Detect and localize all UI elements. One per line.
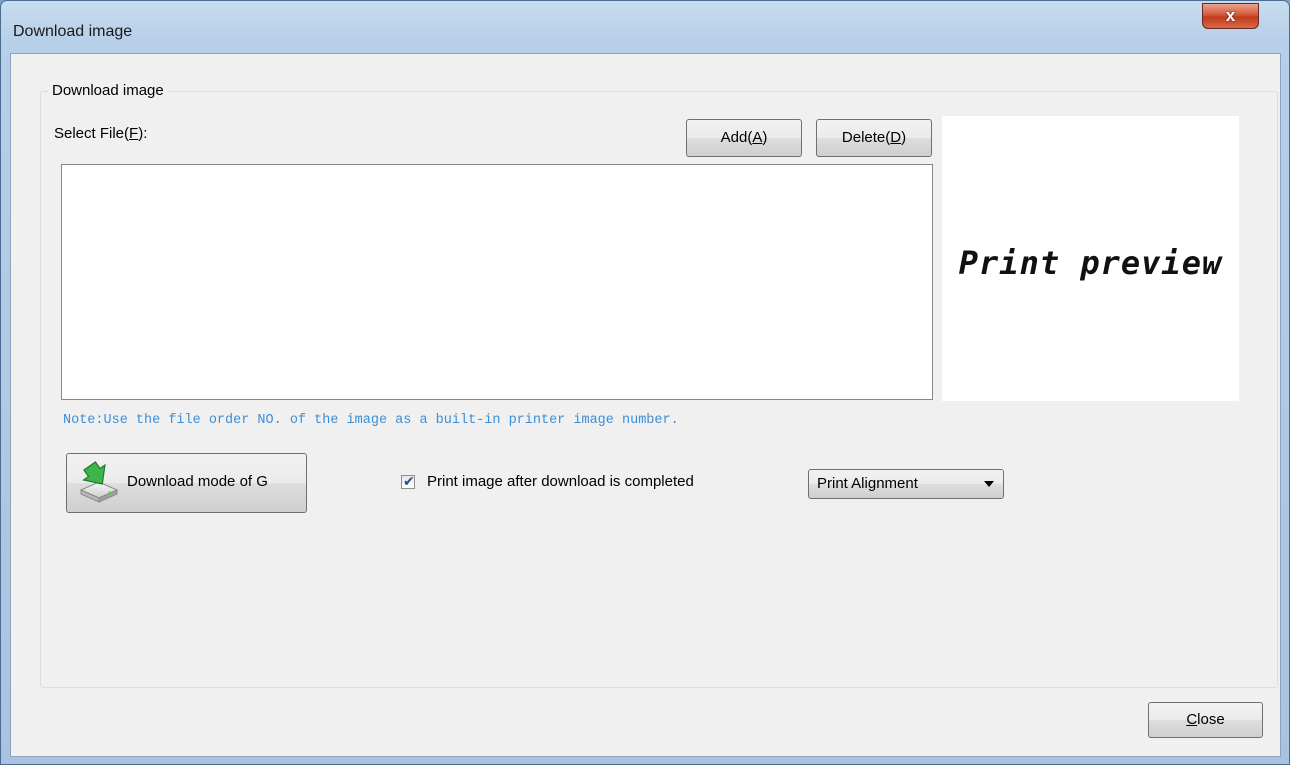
delete-button[interactable]: Delete(D) bbox=[816, 119, 932, 157]
title-bar[interactable]: Download image x bbox=[1, 1, 1289, 53]
note-text: Note:Use the file order NO. of the image… bbox=[63, 413, 679, 428]
close-icon: x bbox=[1225, 6, 1236, 25]
chevron-down-icon bbox=[984, 481, 994, 487]
print-preview-panel: Print preview bbox=[942, 116, 1239, 401]
window-close-button[interactable]: x bbox=[1202, 3, 1259, 29]
close-button[interactable]: Close bbox=[1148, 702, 1263, 738]
print-alignment-select[interactable]: Print Alignment bbox=[808, 469, 1004, 499]
add-button[interactable]: Add(A) bbox=[686, 119, 802, 157]
select-file-label: Select File(F): bbox=[54, 125, 147, 142]
close-button-rest: lose bbox=[1197, 711, 1225, 728]
print-preview-text: Print preview bbox=[958, 244, 1223, 282]
download-disk-icon bbox=[79, 461, 119, 503]
select-file-label-key: F bbox=[129, 125, 139, 142]
download-mode-label: Download mode of G bbox=[127, 473, 268, 490]
file-list[interactable] bbox=[61, 164, 933, 400]
print-alignment-value: Print Alignment bbox=[817, 475, 918, 492]
add-button-suffix: ) bbox=[762, 129, 768, 146]
print-after-download-checkbox[interactable]: ✔ bbox=[401, 473, 415, 489]
select-file-label-suffix: ): bbox=[138, 125, 148, 142]
select-file-label-prefix: Select File( bbox=[54, 125, 130, 142]
window-title: Download image bbox=[13, 23, 133, 40]
add-button-key: A bbox=[752, 129, 763, 146]
download-image-dialog: Download image x Download image Select F… bbox=[0, 0, 1290, 765]
print-after-download-label: Print image after download is completed bbox=[427, 473, 694, 490]
download-mode-button[interactable]: Download mode of G bbox=[66, 453, 307, 513]
group-legend: Download image bbox=[48, 82, 168, 99]
delete-button-suffix: ) bbox=[901, 129, 907, 146]
delete-button-key: D bbox=[890, 129, 902, 146]
delete-button-prefix: Delete( bbox=[841, 129, 891, 146]
checkmark-icon: ✔ bbox=[403, 473, 415, 489]
add-button-prefix: Add( bbox=[720, 129, 753, 146]
dialog-client-area: Download image Select File(F): Add(A) De… bbox=[10, 53, 1281, 757]
close-button-key: C bbox=[1186, 711, 1198, 728]
